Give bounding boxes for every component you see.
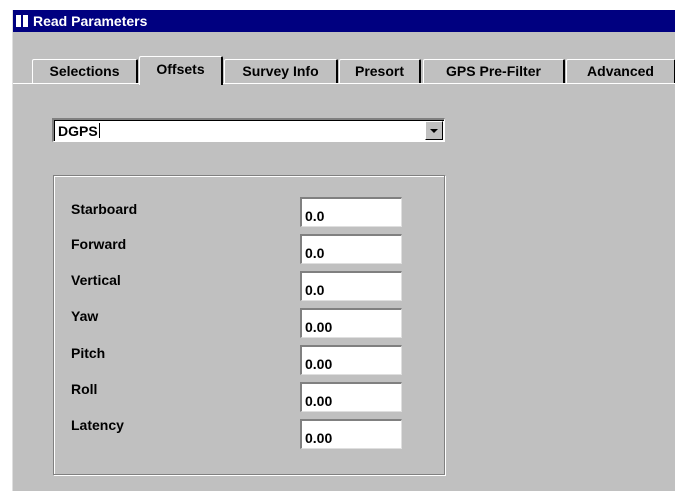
forward-label: Forward [71, 236, 127, 252]
roll-value: 0.00 [305, 393, 333, 409]
chevron-down-icon [430, 129, 438, 133]
starboard-label: Starboard [71, 201, 138, 217]
yaw-value: 0.00 [305, 319, 333, 335]
forward-value: 0.0 [305, 245, 325, 261]
read-parameters-window: Read Parameters Selections Offsets Surve… [12, 10, 675, 491]
window-icon [16, 15, 30, 27]
tab-label: Advanced [587, 63, 654, 79]
latency-input[interactable]: 0.00 [300, 419, 402, 449]
vertical-value: 0.0 [305, 282, 325, 298]
forward-input[interactable]: 0.0 [300, 234, 402, 264]
latency-label: Latency [71, 417, 124, 433]
vertical-label: Vertical [71, 272, 121, 288]
title-bar[interactable]: Read Parameters [13, 10, 675, 32]
roll-label: Roll [71, 381, 98, 397]
tab-advanced[interactable]: Advanced [566, 59, 675, 83]
starboard-value: 0.0 [305, 208, 325, 224]
latency-value: 0.00 [305, 430, 333, 446]
window-title: Read Parameters [33, 13, 148, 29]
tab-label: Offsets [156, 61, 205, 77]
vertical-input[interactable]: 0.0 [300, 271, 402, 301]
position-source-dropdown[interactable]: DGPS [52, 118, 445, 142]
pitch-value: 0.00 [305, 356, 333, 372]
tab-selections[interactable]: Selections [32, 59, 138, 83]
pitch-label: Pitch [71, 345, 106, 361]
tab-label: GPS Pre-Filter [446, 63, 541, 79]
dropdown-value[interactable]: DGPS [58, 121, 100, 141]
yaw-label: Yaw [71, 308, 99, 324]
pitch-input[interactable]: 0.00 [300, 345, 402, 375]
tab-presort[interactable]: Presort [339, 59, 421, 83]
dropdown-button[interactable] [425, 121, 443, 140]
tab-survey-info[interactable]: Survey Info [224, 59, 338, 83]
yaw-input[interactable]: 0.00 [300, 308, 402, 338]
tab-label: Selections [49, 63, 120, 79]
tab-gps-pre-filter[interactable]: GPS Pre-Filter [423, 59, 565, 83]
tab-label: Presort [354, 63, 405, 79]
roll-input[interactable]: 0.00 [300, 382, 402, 412]
starboard-input[interactable]: 0.0 [300, 197, 402, 227]
tab-offsets[interactable]: Offsets [139, 56, 223, 85]
tab-label: Survey Info [242, 63, 319, 79]
